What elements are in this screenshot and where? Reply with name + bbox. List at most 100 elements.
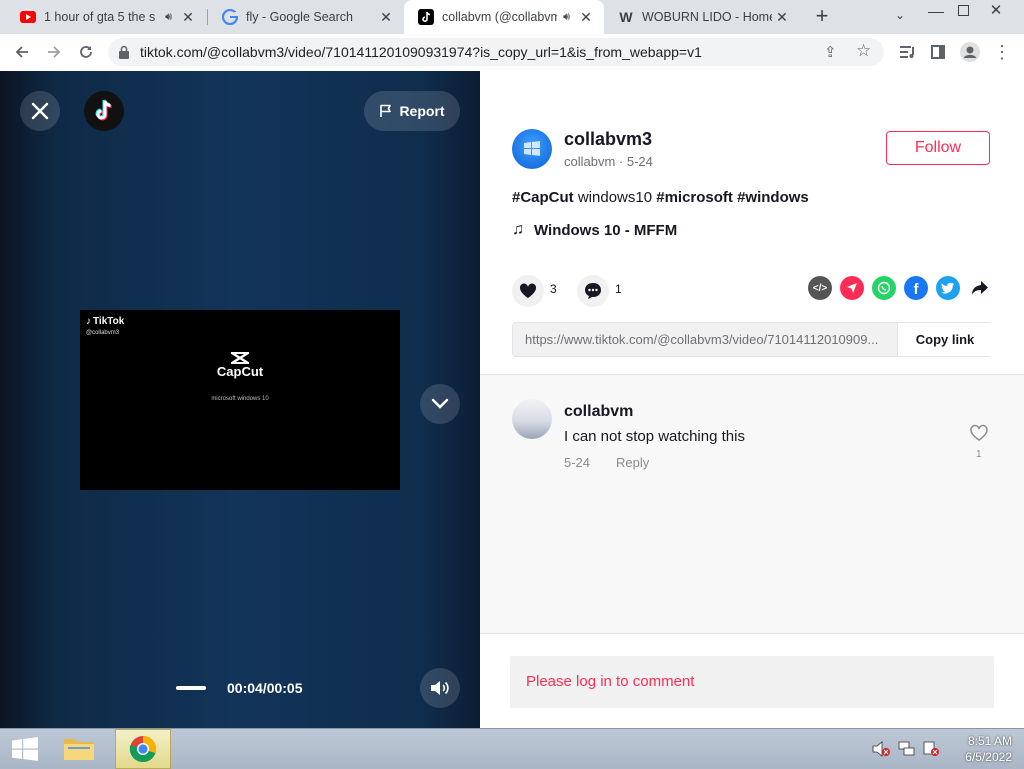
video-frame[interactable]: ♪ TikTok @collabvm3 CapCut microsoft win… bbox=[80, 310, 400, 490]
close-tab-icon[interactable]: ✕ bbox=[178, 9, 198, 26]
tab-title: collabvm (@collabvm bbox=[442, 10, 558, 24]
flag-icon bbox=[380, 104, 392, 117]
progress-fill bbox=[176, 686, 206, 690]
google-icon bbox=[222, 9, 238, 25]
tab-title: WOBURN LIDO - Home bbox=[642, 10, 772, 24]
music-link[interactable]: ♫ Windows 10 - MFFM bbox=[512, 221, 677, 239]
speaker-icon[interactable]: 🔊︎ bbox=[563, 11, 570, 24]
muted-speaker-icon[interactable] bbox=[872, 741, 890, 762]
heart-outline-icon bbox=[970, 424, 988, 441]
tab-google[interactable]: fly - Google Search ✕ bbox=[208, 0, 404, 34]
menu-kebab-icon[interactable]: ⋮ bbox=[990, 40, 1014, 64]
report-button[interactable]: Report bbox=[364, 91, 460, 131]
comment-footer: Please log in to comment bbox=[480, 633, 1024, 730]
post-description: #CapCut windows10 #microsoft #windows bbox=[512, 189, 809, 206]
back-icon[interactable] bbox=[10, 40, 34, 64]
tab-woburn[interactable]: W WOBURN LIDO - Home ✕ bbox=[604, 0, 800, 34]
video-link-text[interactable]: https://www.tiktok.com/@collabvm3/video/… bbox=[525, 332, 895, 347]
video-caption-text: microsoft windows 10 bbox=[211, 396, 269, 402]
nickname-date: collabvm · 5-24 bbox=[564, 154, 653, 169]
whatsapp-icon[interactable] bbox=[872, 276, 896, 300]
volume-icon bbox=[431, 681, 449, 695]
tab-search-icon[interactable]: ⌄ bbox=[890, 8, 910, 26]
tab-title: fly - Google Search bbox=[246, 10, 353, 24]
facebook-icon[interactable]: f bbox=[904, 276, 928, 300]
reload-icon[interactable] bbox=[74, 40, 98, 64]
follow-button[interactable]: Follow bbox=[886, 131, 990, 165]
windows-logo-icon bbox=[524, 141, 540, 156]
profile-avatar-icon[interactable] bbox=[958, 40, 982, 64]
comments-panel: collabvm I can not stop watching this 5-… bbox=[480, 374, 1024, 730]
heart-icon bbox=[519, 283, 537, 298]
restore-icon[interactable] bbox=[958, 5, 969, 16]
avatar[interactable] bbox=[512, 129, 552, 169]
speaker-icon[interactable]: 🔊︎ bbox=[165, 11, 172, 24]
post-info-panel: collabvm3 collabvm · 5-24 Follow #CapCut… bbox=[480, 71, 1024, 374]
network-icon[interactable] bbox=[898, 740, 916, 763]
tiktok-watermark: ♪ TikTok bbox=[86, 316, 124, 327]
close-video-button[interactable] bbox=[20, 91, 60, 131]
comment-date: 5-24 bbox=[564, 455, 591, 470]
volume-button[interactable] bbox=[420, 668, 460, 708]
like-button[interactable] bbox=[512, 275, 544, 307]
send-icon[interactable] bbox=[840, 276, 864, 300]
file-explorer-button[interactable] bbox=[62, 733, 98, 765]
tiktok-logo-icon[interactable] bbox=[84, 91, 124, 131]
tab-tiktok-active[interactable]: collabvm (@collabvm 🔊︎ ✕ bbox=[404, 0, 604, 34]
share-page-icon[interactable]: ⇪ bbox=[824, 43, 837, 61]
reply-button[interactable]: Reply bbox=[616, 455, 649, 470]
address-bar[interactable]: tiktok.com/@collabvm3/video/710141120109… bbox=[108, 38, 884, 66]
youtube-icon bbox=[20, 9, 36, 25]
comment-like-button[interactable] bbox=[969, 424, 989, 447]
music-title: Windows 10 - MFFM bbox=[534, 221, 678, 239]
close-tab-icon[interactable]: ✕ bbox=[772, 9, 792, 26]
comment-button[interactable] bbox=[577, 275, 609, 307]
comment-bubble-icon bbox=[585, 283, 601, 299]
tab-title: 1 hour of gta 5 the s bbox=[44, 10, 156, 24]
watermark-text: TikTok bbox=[93, 316, 125, 327]
progress-bar[interactable] bbox=[176, 686, 206, 690]
forward-icon[interactable] bbox=[42, 40, 66, 64]
close-tab-icon[interactable]: ✕ bbox=[376, 9, 396, 26]
music-note-icon: ♫ bbox=[512, 221, 524, 238]
video-player[interactable]: Report ♪ TikTok @collabvm3 CapCut micros… bbox=[0, 71, 480, 728]
lock-icon[interactable] bbox=[118, 45, 130, 64]
browser-tab-strip: 1 hour of gta 5 the s 🔊︎ ✕ fly - Google … bbox=[0, 0, 1024, 34]
avatar[interactable] bbox=[512, 399, 552, 439]
media-control-icon[interactable] bbox=[896, 40, 920, 64]
login-prompt-text[interactable]: Please log in to comment bbox=[526, 673, 694, 690]
report-label: Report bbox=[399, 103, 445, 119]
next-video-button[interactable] bbox=[420, 384, 460, 424]
bookmark-star-icon[interactable]: ☆ bbox=[856, 41, 871, 61]
side-panel-icon[interactable] bbox=[926, 40, 950, 64]
watermark-user: @collabvm3 bbox=[86, 330, 120, 336]
hashtag-link[interactable]: #microsoft bbox=[656, 189, 733, 206]
chrome-taskbar-button[interactable] bbox=[115, 729, 171, 769]
close-window-icon[interactable]: ✕ bbox=[986, 1, 1006, 19]
embed-icon[interactable]: </> bbox=[808, 276, 832, 300]
login-prompt-box[interactable]: Please log in to comment bbox=[510, 656, 994, 708]
tiktok-watermark-icon: ♪ bbox=[86, 316, 91, 327]
comment-like-count: 1 bbox=[976, 449, 982, 460]
hashtag-link[interactable]: #windows bbox=[737, 189, 809, 206]
close-icon bbox=[31, 102, 49, 120]
tab-youtube[interactable]: 1 hour of gta 5 the s 🔊︎ ✕ bbox=[6, 0, 206, 34]
url-text: tiktok.com/@collabvm3/video/710141120109… bbox=[140, 44, 702, 60]
system-clock[interactable]: 8:51 AM 6/5/2022 bbox=[950, 733, 1012, 765]
copy-link-button[interactable]: Copy link bbox=[897, 323, 992, 356]
new-tab-button[interactable]: + bbox=[810, 5, 834, 29]
minimize-icon[interactable] bbox=[928, 4, 944, 13]
windows-taskbar: 8:51 AM 6/5/2022 bbox=[0, 728, 1024, 769]
window-controls: ✕ bbox=[916, 0, 1024, 34]
comment-author[interactable]: collabvm bbox=[564, 403, 633, 421]
wix-icon: W bbox=[619, 9, 633, 25]
close-tab-icon[interactable]: ✕ bbox=[576, 9, 596, 26]
share-arrow-icon[interactable] bbox=[968, 276, 992, 300]
hashtag-link[interactable]: #CapCut bbox=[512, 189, 574, 206]
action-center-icon[interactable] bbox=[922, 740, 940, 763]
twitter-icon[interactable] bbox=[936, 276, 960, 300]
start-button[interactable] bbox=[12, 737, 38, 766]
username[interactable]: collabvm3 bbox=[564, 129, 652, 150]
capcut-brand: CapCut bbox=[216, 364, 264, 379]
time-display: 00:04/00:05 bbox=[227, 680, 303, 696]
